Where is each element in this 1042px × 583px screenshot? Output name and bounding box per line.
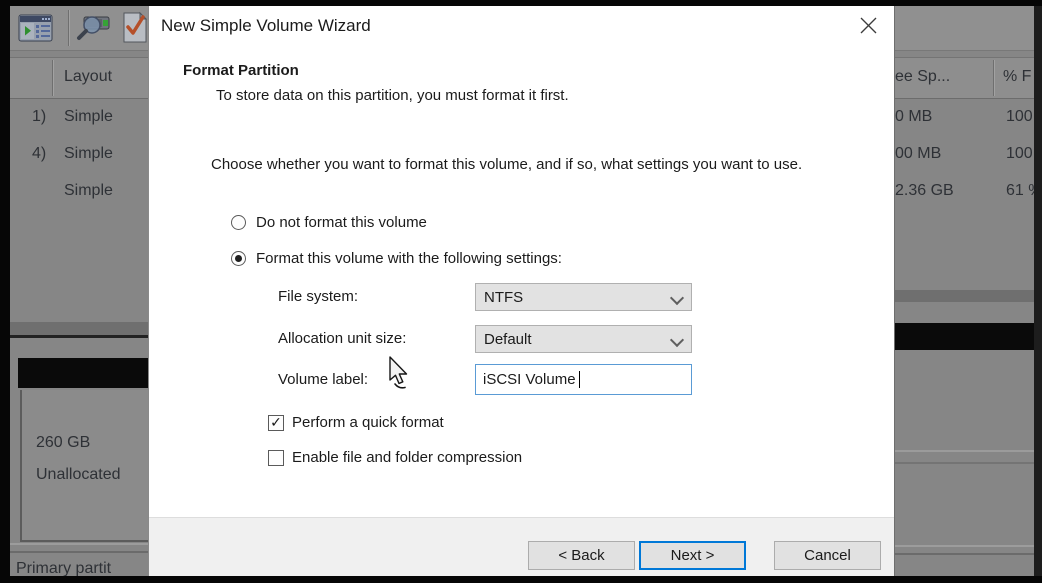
checkmark-icon: ✓ [270, 414, 282, 430]
file-system-label: File system: [278, 288, 358, 305]
window-top-border [0, 0, 1042, 6]
window-edge [893, 545, 1042, 547]
allocation-unit-select[interactable]: Default [475, 325, 692, 353]
window-edge [893, 553, 1042, 555]
close-icon[interactable] [857, 13, 881, 37]
volume-label-label: Volume label: [278, 371, 368, 388]
volume-label-input[interactable]: iSCSI Volume [475, 364, 692, 395]
volume-name: 4) [32, 145, 46, 163]
screen: Layout ee Sp... % F 1) Simple 0 MB 100 4… [0, 0, 1042, 583]
partition-color-band [18, 358, 148, 388]
radio-do-not-format[interactable] [231, 215, 246, 230]
pane-splitter[interactable] [10, 322, 148, 338]
quick-format-label[interactable]: Perform a quick format [292, 414, 444, 431]
pane-splitter[interactable] [893, 290, 1042, 302]
column-separator[interactable] [993, 60, 995, 96]
console-window-icon[interactable] [16, 11, 56, 45]
volume-name: 1) [32, 108, 46, 126]
dialog-title: New Simple Volume Wizard [161, 16, 371, 36]
quick-format-checkbox[interactable]: ✓ [268, 415, 284, 431]
volume-pct-free: 100 [1006, 145, 1033, 163]
compression-label[interactable]: Enable file and folder compression [292, 449, 522, 466]
page-subheading: To store data on this partition, you mus… [216, 87, 569, 104]
page-heading: Format Partition [183, 62, 299, 79]
volume-free-space: 0 MB [895, 108, 932, 126]
file-system-select[interactable]: NTFS [475, 283, 692, 311]
mouse-cursor [388, 356, 416, 397]
volume-layout: Simple [64, 182, 113, 200]
chevron-down-icon [670, 291, 684, 305]
compression-checkbox[interactable] [268, 450, 284, 466]
allocation-unit-label: Allocation unit size: [278, 330, 406, 347]
volume-label-value: iSCSI Volume [483, 371, 576, 388]
partition-size: 260 GB [36, 434, 90, 452]
intro-text: Choose whether you want to format this v… [211, 156, 802, 173]
toolbar-separator [68, 10, 70, 46]
column-header-layout[interactable]: Layout [64, 68, 112, 86]
volume-pct-free: 100 [1006, 108, 1033, 126]
volume-free-space: 2.36 GB [895, 182, 954, 200]
back-button[interactable]: < Back [528, 541, 635, 570]
unallocated-partition-block[interactable]: 260 GB Unallocated [20, 390, 152, 542]
chevron-down-icon [670, 333, 684, 347]
partition-color-band [893, 323, 1042, 350]
window-left-border [0, 0, 10, 583]
column-header-pct-free[interactable]: % F [1003, 68, 1031, 86]
radio-do-not-format-label[interactable]: Do not format this volume [256, 214, 427, 231]
allocation-unit-value: Default [484, 331, 532, 348]
new-simple-volume-wizard-dialog: New Simple Volume Wizard Format Partitio… [148, 6, 895, 576]
window-edge [893, 450, 1042, 452]
window-edge [0, 551, 148, 553]
column-separator[interactable] [52, 60, 54, 96]
text-caret [579, 371, 580, 388]
window-right-border [1034, 0, 1042, 583]
next-button[interactable]: Next > [639, 541, 746, 570]
file-system-value: NTFS [484, 289, 523, 306]
window-bottom-border [0, 576, 1042, 583]
radio-format-volume[interactable] [231, 251, 246, 266]
window-edge [893, 462, 1042, 464]
radio-format-volume-label[interactable]: Format this volume with the following se… [256, 250, 562, 267]
volume-layout: Simple [64, 145, 113, 163]
cancel-button[interactable]: Cancel [774, 541, 881, 570]
window-edge [0, 543, 148, 545]
column-header-free-space[interactable]: ee Sp... [895, 68, 950, 86]
partition-state: Unallocated [36, 466, 121, 484]
volume-free-space: 00 MB [895, 145, 941, 163]
volume-layout: Simple [64, 108, 113, 126]
device-search-icon[interactable] [74, 11, 114, 45]
